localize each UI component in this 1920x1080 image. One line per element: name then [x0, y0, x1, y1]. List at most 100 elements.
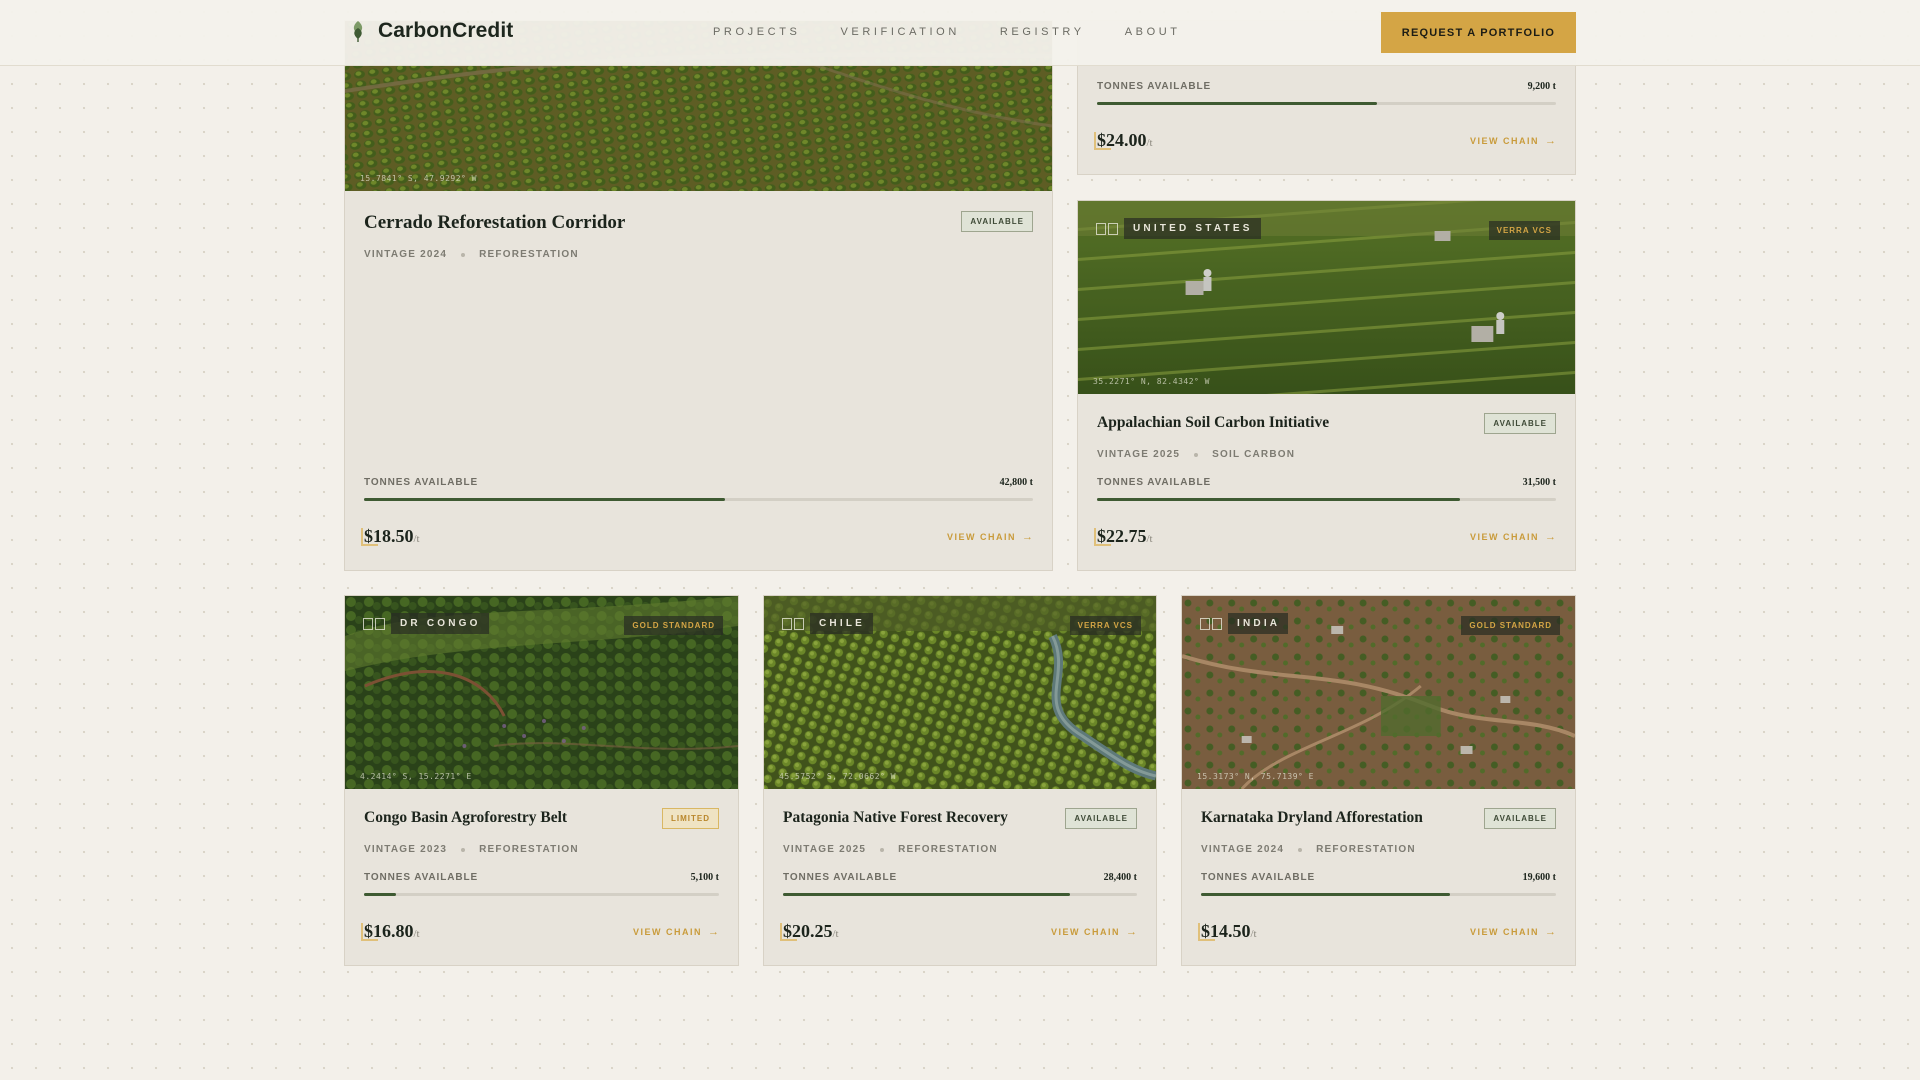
- project-meta: VINTAGE 2024 REFORESTATION: [1201, 844, 1416, 855]
- tonnes-value: 28,400 t: [1103, 872, 1137, 883]
- standard-tag: VERRA VCS: [1488, 221, 1560, 240]
- category-label: REFORESTATION: [898, 844, 998, 855]
- project-title: Karnataka Dryland Afforestation: [1201, 809, 1423, 826]
- status-badge: AVAILABLE: [1484, 413, 1556, 434]
- price-block: $18.50/t: [361, 526, 420, 547]
- project-meta: VINTAGE 2024 REFORESTATION: [364, 249, 579, 260]
- availability-bar: [1097, 102, 1556, 105]
- view-chain-link[interactable]: VIEW CHAIN →: [1051, 926, 1137, 938]
- availability-bar: [1201, 893, 1556, 896]
- project-card-congo[interactable]: DR CONGO GOLD STANDARD 4.2414° S, 15.227…: [344, 595, 739, 966]
- vintage-label: VINTAGE 2025: [783, 844, 867, 855]
- availability-bar: [364, 893, 719, 896]
- flag-icon: [782, 617, 804, 630]
- gps-coordinates: 45.5752° S, 72.0662° W: [779, 772, 896, 781]
- brand-name: CarbonCredit: [378, 19, 514, 42]
- flag-icon: [1200, 617, 1222, 630]
- main-nav: PROJECTS VERIFICATION REGISTRY ABOUT: [713, 26, 1181, 38]
- price-block: $22.75/t: [1094, 526, 1153, 547]
- project-photo: INDIA GOLD STANDARD 15.3173° N, 75.7139°…: [1182, 596, 1575, 789]
- flag-icon: [1096, 222, 1118, 235]
- status-badge: AVAILABLE: [1065, 808, 1137, 829]
- availability-bar-fill: [783, 893, 1070, 896]
- nav-about[interactable]: ABOUT: [1125, 26, 1181, 38]
- standard-tag: GOLD STANDARD: [624, 616, 723, 635]
- gps-coordinates: 15.3173° N, 75.7139° E: [1197, 772, 1314, 781]
- category-label: REFORESTATION: [479, 249, 579, 260]
- nav-registry[interactable]: REGISTRY: [1000, 26, 1085, 38]
- availability-bar-fill: [1201, 893, 1450, 896]
- price-block: $24.00/t: [1094, 130, 1153, 151]
- flag-icon: [363, 617, 385, 630]
- tonnes-label: TONNES AVAILABLE: [364, 872, 479, 883]
- arrow-right-icon: →: [1022, 531, 1033, 543]
- vintage-label: VINTAGE 2024: [364, 249, 448, 260]
- availability-bar: [783, 893, 1137, 896]
- gps-coordinates: 4.2414° S, 15.2271° E: [360, 772, 472, 781]
- arrow-right-icon: →: [1126, 926, 1137, 938]
- project-card-appalachian[interactable]: UNITED STATES VERRA VCS 35.2271° N, 82.4…: [1077, 200, 1576, 571]
- tonnes-label: TONNES AVAILABLE: [783, 872, 898, 883]
- tonnes-value: 19,600 t: [1522, 872, 1556, 883]
- tonnes-label: TONNES AVAILABLE: [1097, 81, 1212, 92]
- request-portfolio-button[interactable]: REQUEST A PORTFOLIO: [1381, 12, 1576, 53]
- availability-bar-fill: [364, 893, 396, 896]
- project-photo: DR CONGO GOLD STANDARD 4.2414° S, 15.227…: [345, 596, 738, 789]
- separator-dot: [880, 847, 885, 852]
- view-chain-link[interactable]: VIEW CHAIN →: [947, 531, 1033, 543]
- project-card-karnataka[interactable]: INDIA GOLD STANDARD 15.3173° N, 75.7139°…: [1181, 595, 1576, 966]
- project-meta: VINTAGE 2023 REFORESTATION: [364, 844, 579, 855]
- view-chain-link[interactable]: VIEW CHAIN →: [1470, 926, 1556, 938]
- nav-projects[interactable]: PROJECTS: [713, 26, 800, 38]
- project-photo: UNITED STATES VERRA VCS 35.2271° N, 82.4…: [1078, 201, 1575, 394]
- price: $14.50/t: [1201, 921, 1257, 941]
- project-title: Congo Basin Agroforestry Belt: [364, 809, 568, 826]
- vintage-label: VINTAGE 2023: [364, 844, 448, 855]
- price: $20.25/t: [783, 921, 839, 941]
- price: $18.50/t: [364, 526, 420, 546]
- separator-dot: [1298, 847, 1303, 852]
- tonnes-value: 9,200 t: [1527, 81, 1556, 92]
- leaf-icon: [353, 21, 363, 42]
- country-tag: DR CONGO: [363, 613, 489, 634]
- tonnes-label: TONNES AVAILABLE: [1097, 477, 1212, 488]
- country-tag: CHILE: [782, 613, 873, 634]
- project-title: Patagonia Native Forest Recovery: [783, 809, 1008, 826]
- availability-bar-fill: [1097, 102, 1377, 105]
- gps-coordinates: 15.7841° S, 47.9292° W: [360, 174, 477, 183]
- view-chain-link[interactable]: VIEW CHAIN →: [1470, 531, 1556, 543]
- project-title: Appalachian Soil Carbon Initiative: [1097, 414, 1330, 431]
- tonnes-value: 31,500 t: [1522, 477, 1556, 488]
- arrow-right-icon: →: [1545, 135, 1556, 147]
- view-chain-link[interactable]: VIEW CHAIN →: [633, 926, 719, 938]
- availability-bar-fill: [364, 498, 726, 501]
- country-name: UNITED STATES: [1124, 218, 1261, 239]
- price-block: $14.50/t: [1198, 921, 1257, 942]
- availability-bar-fill: [1097, 498, 1460, 501]
- arrow-right-icon: →: [708, 926, 719, 938]
- availability-bar: [1097, 498, 1556, 501]
- standard-tag: GOLD STANDARD: [1461, 616, 1560, 635]
- view-chain-link[interactable]: VIEW CHAIN →: [1470, 135, 1556, 147]
- brand-logo[interactable]: CarbonCredit: [350, 19, 513, 43]
- project-photo: CHILE VERRA VCS 45.5752° S, 72.0662° W: [764, 596, 1156, 789]
- country-name: DR CONGO: [391, 613, 489, 634]
- nav-verification[interactable]: VERIFICATION: [840, 26, 959, 38]
- project-card-patagonia[interactable]: CHILE VERRA VCS 45.5752° S, 72.0662° W P…: [763, 595, 1157, 966]
- availability-bar: [364, 498, 1033, 501]
- separator-dot: [461, 847, 466, 852]
- separator-dot: [1194, 452, 1199, 457]
- category-label: SOIL CARBON: [1212, 449, 1296, 460]
- vintage-label: VINTAGE 2025: [1097, 449, 1181, 460]
- category-label: REFORESTATION: [479, 844, 579, 855]
- site-header: CarbonCredit PROJECTS VERIFICATION REGIS…: [0, 0, 1920, 66]
- price-block: $16.80/t: [361, 921, 420, 942]
- country-name: CHILE: [810, 613, 873, 634]
- price: $22.75/t: [1097, 526, 1153, 546]
- arrow-right-icon: →: [1545, 531, 1556, 543]
- arrow-right-icon: →: [1545, 926, 1556, 938]
- project-meta: VINTAGE 2025 REFORESTATION: [783, 844, 998, 855]
- project-card-cerrado[interactable]: 15.7841° S, 47.9292° W Cerrado Reforesta…: [344, 20, 1053, 571]
- vintage-label: VINTAGE 2024: [1201, 844, 1285, 855]
- project-title: Cerrado Reforestation Corridor: [364, 212, 626, 233]
